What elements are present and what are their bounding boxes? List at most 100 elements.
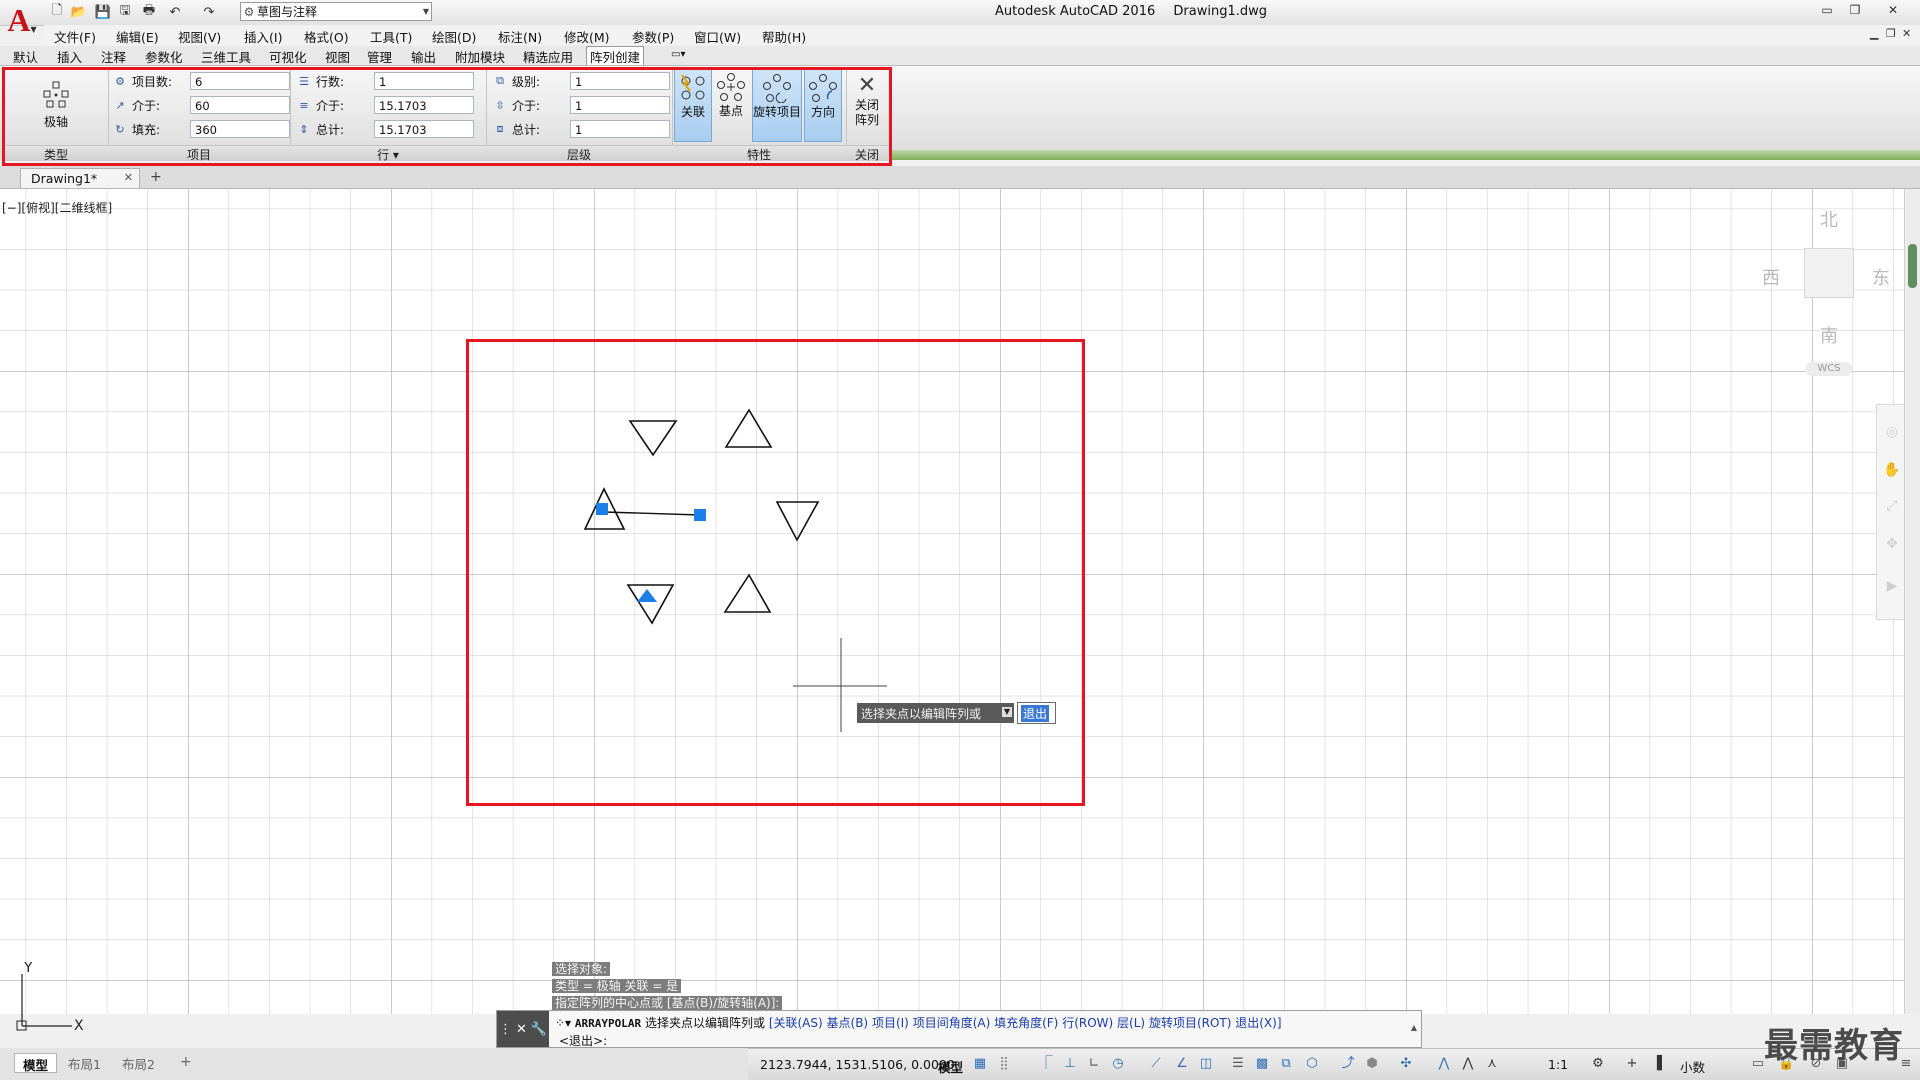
- gizmo-icon[interactable]: ✣: [1398, 1056, 1414, 1072]
- menu-format[interactable]: 格式(O): [304, 27, 349, 46]
- drag-handle-icon[interactable]: ⋮: [499, 1022, 512, 1037]
- zoom-icon[interactable]: ⤢: [1883, 497, 1901, 515]
- model-space-toggle[interactable]: 模型: [938, 1057, 963, 1076]
- menu-window[interactable]: 窗口(W): [694, 27, 741, 46]
- menu-insert[interactable]: 插入(I): [244, 27, 282, 46]
- object-snap-tracking-icon[interactable]: ∠: [1174, 1056, 1190, 1072]
- new-file-icon[interactable]: 🗋: [48, 3, 66, 21]
- undo-icon[interactable]: ↶: [166, 3, 184, 21]
- menu-draw[interactable]: 绘图(D): [432, 27, 476, 46]
- customize-wrench-icon[interactable]: 🔧: [531, 1022, 547, 1037]
- lineweight-icon[interactable]: ☰: [1230, 1056, 1246, 1072]
- drawing-canvas[interactable]: [0, 189, 1904, 1014]
- row-count-field[interactable]: 1: [374, 72, 474, 90]
- ribbon-tab-annotate[interactable]: 注释: [98, 47, 129, 65]
- units-label[interactable]: 小数: [1680, 1057, 1705, 1076]
- dynamic-ucs-icon[interactable]: ⤴: [1340, 1056, 1356, 1072]
- cmd-option-exit[interactable]: 退出(X)]: [1235, 1016, 1281, 1030]
- ribbon-options-icon[interactable]: ▭▾: [668, 49, 688, 66]
- rotate-items-button[interactable]: 旋转项目: [752, 68, 802, 142]
- restore-icon[interactable]: ❐: [1842, 1, 1868, 19]
- minimize-icon[interactable]: ▭: [1814, 1, 1840, 19]
- workspace-gear-icon[interactable]: ⚙: [1590, 1056, 1606, 1072]
- menu-dimension[interactable]: 标注(N): [498, 27, 542, 46]
- save-icon[interactable]: 💾: [94, 3, 112, 21]
- drawing-tab[interactable]: Drawing1* ✕: [20, 168, 140, 188]
- panel-rows-title[interactable]: 行 ▾: [290, 145, 486, 162]
- cmd-option-fill-angle[interactable]: 填充角度(F): [994, 1016, 1058, 1030]
- tab-layout2[interactable]: 布局2: [114, 1053, 163, 1073]
- tab-layout1[interactable]: 布局1: [60, 1053, 109, 1073]
- command-input[interactable]: <退出>:: [559, 1032, 607, 1049]
- orbit-icon[interactable]: ✥: [1883, 535, 1901, 553]
- vertical-scrollbar[interactable]: [1904, 189, 1920, 1014]
- annotation-visibility-icon[interactable]: ⋀: [1436, 1056, 1452, 1072]
- item-between-field[interactable]: 60: [190, 96, 290, 114]
- annotation-monitor-icon[interactable]: +: [1624, 1056, 1640, 1072]
- isometric-icon[interactable]: ⟋: [1148, 1056, 1164, 1072]
- doc-minimize-icon[interactable]: ▁: [1870, 27, 1878, 40]
- scrollbar-thumb[interactable]: [1908, 244, 1917, 288]
- selection-cycling-icon[interactable]: ⧉: [1278, 1056, 1294, 1072]
- menu-parameter[interactable]: 参数(P): [632, 27, 674, 46]
- snap-icon[interactable]: ⣿: [996, 1056, 1012, 1072]
- close-icon[interactable]: ✕: [124, 171, 133, 184]
- annotation-scale-icon[interactable]: ⋏: [1484, 1056, 1500, 1072]
- transparency-icon[interactable]: ▩: [1254, 1056, 1270, 1072]
- ribbon-tab-visualize[interactable]: 可视化: [266, 47, 310, 65]
- cmd-option-rotate-items[interactable]: 旋转项目(ROT): [1149, 1016, 1231, 1030]
- viewcube-west[interactable]: 西: [1762, 264, 1780, 290]
- ribbon-tab-manage[interactable]: 管理: [364, 47, 395, 65]
- menu-file[interactable]: 文件(F): [54, 27, 96, 46]
- fill-field[interactable]: 360: [190, 120, 290, 138]
- viewcube-north[interactable]: 北: [1820, 206, 1838, 232]
- ribbon-tab-parametric[interactable]: 参数化: [142, 47, 186, 65]
- print-icon[interactable]: 🖶: [140, 3, 158, 21]
- polar-type-button[interactable]: 极轴: [34, 80, 78, 130]
- row-total-field[interactable]: 15.1703: [374, 120, 474, 138]
- direction-button[interactable]: 方向: [804, 68, 842, 142]
- coordinate-readout[interactable]: 2123.7944, 1531.5106, 0.0000: [760, 1057, 955, 1072]
- auto-scale-icon[interactable]: ⋀: [1460, 1056, 1476, 1072]
- redo-icon[interactable]: ↷: [200, 3, 218, 21]
- save-as-icon[interactable]: 🖫: [116, 3, 134, 21]
- row-between-field[interactable]: 15.1703: [374, 96, 474, 114]
- item-count-field[interactable]: 6: [190, 72, 290, 90]
- application-menu-button[interactable]: A ▼: [0, 0, 44, 40]
- menu-edit[interactable]: 编辑(E): [116, 27, 159, 46]
- associative-button[interactable]: 关联: [674, 68, 712, 142]
- tab-model[interactable]: 模型: [14, 1053, 58, 1073]
- menu-modify[interactable]: 修改(M): [564, 27, 610, 46]
- viewcube-east[interactable]: 东: [1872, 264, 1890, 290]
- add-layout-plus-icon[interactable]: +: [172, 1053, 200, 1073]
- ribbon-tab-array-creation[interactable]: 阵列创建: [586, 46, 645, 65]
- ribbon-tab-output[interactable]: 输出: [408, 47, 439, 65]
- wcs-menu[interactable]: WCS: [1806, 362, 1852, 376]
- grid-icon[interactable]: ▦: [972, 1056, 988, 1072]
- viewcube-top-face[interactable]: [1804, 248, 1854, 298]
- annotation-scale-label[interactable]: 1:1: [1548, 1057, 1568, 1072]
- ribbon-tab-addins[interactable]: 附加模块: [452, 47, 508, 65]
- close-icon[interactable]: ✕: [1880, 1, 1906, 19]
- menu-tools[interactable]: 工具(T): [370, 27, 412, 46]
- cmd-option-associative[interactable]: [关联(AS): [769, 1016, 823, 1030]
- close-icon[interactable]: ✕: [516, 1022, 527, 1037]
- selection-filter-icon[interactable]: ⬢: [1364, 1056, 1380, 1072]
- cmd-option-rows[interactable]: 行(ROW): [1062, 1016, 1113, 1030]
- showmotion-icon[interactable]: ▶: [1883, 577, 1901, 595]
- close-array-button[interactable]: ✕ 关闭 阵列: [848, 74, 886, 128]
- chevron-down-icon[interactable]: ▼: [1002, 707, 1012, 717]
- cmd-option-levels[interactable]: 层(L): [1117, 1016, 1145, 1030]
- dynamic-input-icon[interactable]: ⊥: [1062, 1056, 1078, 1072]
- viewcube-south[interactable]: 南: [1820, 322, 1838, 348]
- viewport-controls-label[interactable]: [−][俯视][二维线框]: [2, 199, 112, 216]
- object-snap-icon[interactable]: ◫: [1198, 1056, 1214, 1072]
- 3d-osnap-icon[interactable]: ⬡: [1304, 1056, 1320, 1072]
- cmd-option-items[interactable]: 项目(I): [872, 1016, 909, 1030]
- ribbon-tab-default[interactable]: 默认: [10, 47, 41, 65]
- workspace-dropdown[interactable]: ⚙ 草图与注释 ▼: [240, 2, 432, 21]
- cmd-option-base-point[interactable]: 基点(B): [827, 1016, 869, 1030]
- ribbon-tab-insert[interactable]: 插入: [54, 47, 85, 65]
- chevron-up-icon[interactable]: ▲: [1411, 1023, 1417, 1032]
- ribbon-tab-view[interactable]: 视图: [322, 47, 353, 65]
